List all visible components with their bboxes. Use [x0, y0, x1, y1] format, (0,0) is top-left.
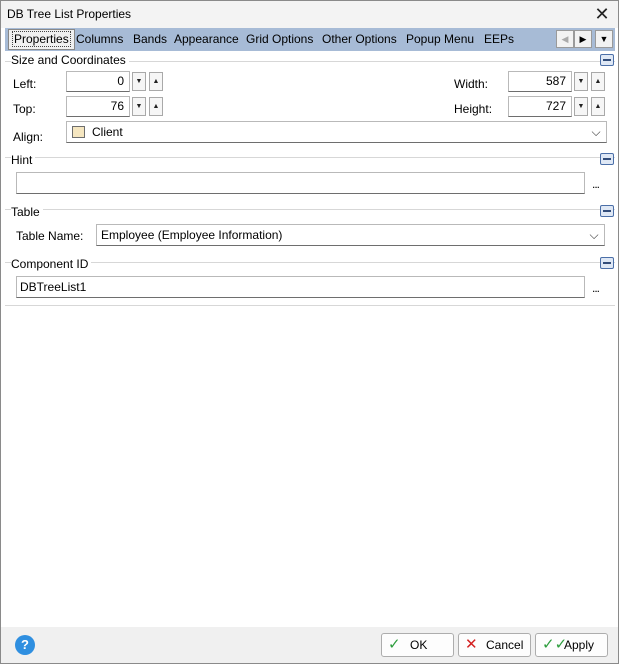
properties-dialog: DB Tree List Properties ✕ Properties Col… — [0, 0, 619, 664]
left-label: Left: — [13, 77, 37, 91]
tab-bands[interactable]: Bands — [130, 30, 170, 49]
section-title-table: Table — [11, 205, 43, 219]
tab-appearance[interactable]: Appearance — [171, 30, 242, 49]
button-bar: ? ✓ OK ✕ Cancel ✓✓ Apply — [1, 627, 618, 663]
help-icon[interactable]: ? — [15, 635, 35, 655]
cancel-x-icon: ✕ — [465, 636, 478, 653]
section-title-component-id: Component ID — [11, 257, 92, 271]
component-ellipsis-button[interactable]: ... — [592, 281, 600, 295]
section-title-size: Size and Coordinates — [11, 53, 129, 67]
tab-scroll-right-icon[interactable]: ▶ — [574, 30, 592, 48]
section-divider — [5, 305, 615, 306]
tab-scroll-left-icon[interactable]: ◀ — [556, 30, 574, 48]
check-icon: ✓ — [388, 636, 401, 653]
tab-properties[interactable]: Properties — [8, 29, 75, 50]
align-color-swatch — [72, 126, 85, 138]
section-title-hint: Hint — [11, 153, 36, 167]
left-spin-down-icon[interactable]: ▼ — [132, 72, 146, 91]
hint-ellipsis-button[interactable]: ... — [592, 177, 600, 191]
top-spin-down-icon[interactable]: ▼ — [132, 97, 146, 116]
close-icon[interactable]: ✕ — [590, 3, 614, 25]
height-label: Height: — [454, 102, 493, 116]
collapse-size-icon[interactable] — [600, 54, 614, 66]
top-spin-up-icon[interactable]: ▲ — [149, 97, 163, 116]
tab-popup-menu[interactable]: Popup Menu — [403, 30, 477, 49]
chevron-down-icon: ⌵ — [591, 125, 601, 139]
tab-strip: Properties Columns Bands Appearance Grid… — [5, 28, 615, 51]
height-spin-up-icon[interactable]: ▲ — [591, 97, 605, 116]
top-label: Top: — [13, 102, 36, 116]
table-name-select[interactable]: Employee (Employee Information) ⌵ — [96, 224, 605, 246]
collapse-table-icon[interactable] — [600, 205, 614, 217]
section-divider — [5, 209, 615, 210]
section-divider — [5, 157, 615, 158]
hint-input[interactable] — [16, 172, 585, 194]
chevron-down-icon: ⌵ — [589, 228, 599, 242]
width-spin-down-icon[interactable]: ▼ — [574, 72, 588, 91]
apply-button[interactable]: ✓✓ Apply — [535, 633, 608, 657]
component-id-input[interactable]: DBTreeList1 — [16, 276, 585, 298]
left-spin-up-icon[interactable]: ▲ — [149, 72, 163, 91]
width-spin-up-icon[interactable]: ▲ — [591, 72, 605, 91]
table-name-label: Table Name: — [16, 229, 84, 243]
ok-button[interactable]: ✓ OK — [381, 633, 454, 657]
tab-menu-dropdown-icon[interactable]: ▼ — [595, 30, 613, 48]
tab-other-options[interactable]: Other Options — [319, 30, 400, 49]
collapse-hint-icon[interactable] — [600, 153, 614, 165]
tab-grid-options[interactable]: Grid Options — [243, 30, 316, 49]
table-name-value: Employee (Employee Information) — [101, 228, 283, 242]
height-spin-down-icon[interactable]: ▼ — [574, 97, 588, 116]
height-input[interactable]: 727 — [508, 96, 572, 117]
section-divider — [5, 262, 615, 263]
align-select[interactable]: Client ⌵ — [66, 121, 607, 143]
width-label: Width: — [454, 77, 489, 91]
cancel-button[interactable]: ✕ Cancel — [458, 633, 531, 657]
tab-columns[interactable]: Columns — [73, 30, 126, 49]
window-title: DB Tree List Properties — [7, 7, 132, 21]
top-input[interactable]: 76 — [66, 96, 130, 117]
collapse-component-icon[interactable] — [600, 257, 614, 269]
left-input[interactable]: 0 — [66, 71, 130, 92]
title-bar: DB Tree List Properties ✕ — [1, 1, 618, 28]
tab-eeps[interactable]: EEPs — [481, 30, 517, 49]
align-label: Align: — [13, 130, 44, 144]
width-input[interactable]: 587 — [508, 71, 572, 92]
align-value: Client — [92, 125, 123, 139]
